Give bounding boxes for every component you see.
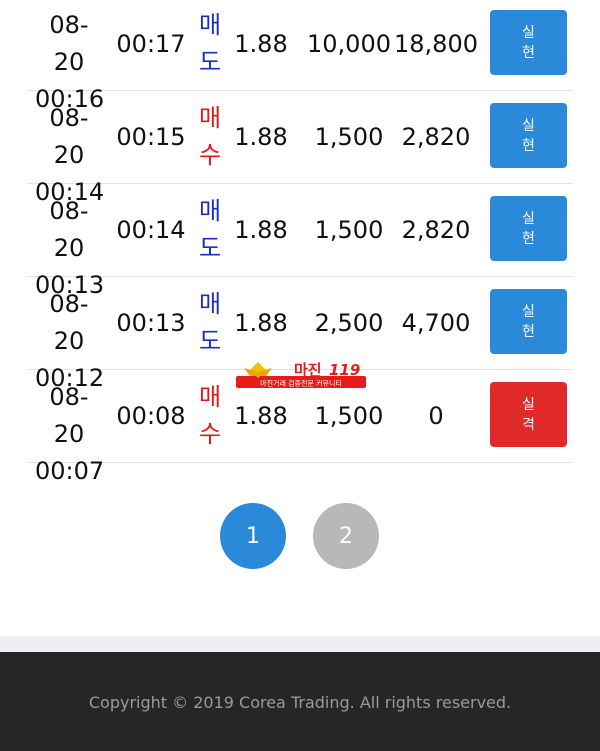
trade-side-top: 매 bbox=[199, 104, 222, 132]
trade-list: 08-20 00:16 00:17 매 도 1.88 10,000 18,800… bbox=[27, 0, 573, 485]
trade-date: 08-20 bbox=[49, 197, 89, 262]
trade-row: 08-20 00:13 00:14 매 도 1.88 1,500 2,820 실… bbox=[27, 184, 573, 299]
trade-start-time: 00:14 bbox=[116, 216, 186, 244]
trade-side-top: 매 bbox=[199, 290, 222, 318]
trade-leverage: 1.88 bbox=[234, 216, 288, 244]
section-divider bbox=[0, 636, 600, 652]
trade-side: 매 수 bbox=[199, 379, 222, 453]
trade-date: 08-20 bbox=[49, 383, 89, 448]
trade-side: 매 도 bbox=[199, 193, 222, 267]
trade-side-bottom: 도 bbox=[199, 327, 222, 355]
trade-quantity: 1,500 bbox=[314, 123, 384, 151]
status-badge[interactable]: 실 격 bbox=[490, 382, 567, 447]
trade-quantity: 2,500 bbox=[314, 309, 384, 337]
status-badge-bottom: 현 bbox=[522, 44, 535, 61]
trade-side: 매 도 bbox=[199, 286, 222, 360]
trade-leverage: 1.88 bbox=[234, 309, 288, 337]
trade-side-top: 매 bbox=[199, 11, 222, 39]
status-badge-bottom: 현 bbox=[522, 137, 535, 154]
watermark-number: 119 bbox=[329, 361, 360, 379]
status-badge-bottom: 현 bbox=[522, 323, 535, 340]
status-badge[interactable]: 실 현 bbox=[490, 10, 567, 75]
pagination: 1 2 bbox=[0, 503, 600, 569]
trade-date: 08-20 bbox=[49, 11, 89, 76]
trade-result: 18,800 bbox=[394, 30, 478, 58]
page-1-button[interactable]: 1 bbox=[220, 503, 286, 569]
trade-result: 2,820 bbox=[401, 216, 471, 244]
watermark-logo: 마진 119 마진거래 검증전문 커뮤니티 bbox=[236, 361, 366, 388]
trade-row: 08-20 00:14 00:15 매 수 1.88 1,500 2,820 실… bbox=[27, 91, 573, 206]
status-badge[interactable]: 실 현 bbox=[490, 289, 567, 354]
trade-side-bottom: 도 bbox=[199, 48, 222, 76]
trade-date: 08-20 bbox=[49, 104, 89, 169]
trade-quantity: 1,500 bbox=[314, 402, 384, 430]
status-badge-top: 실 bbox=[522, 24, 535, 41]
trade-side-bottom: 도 bbox=[199, 234, 222, 262]
trade-row: 08-20 00:12 00:13 매 도 1.88 2,500 4,700 실… bbox=[27, 277, 573, 392]
trade-side-bottom: 수 bbox=[199, 420, 222, 448]
trade-side-bottom: 수 bbox=[199, 141, 222, 169]
status-badge[interactable]: 실 현 bbox=[490, 196, 567, 261]
trade-quantity: 1,500 bbox=[314, 216, 384, 244]
watermark-subtitle: 마진거래 검증전문 커뮤니티 bbox=[260, 379, 342, 388]
trade-leverage: 1.88 bbox=[234, 30, 288, 58]
status-badge-top: 실 bbox=[522, 396, 535, 413]
status-badge-bottom: 격 bbox=[522, 416, 535, 433]
trade-start-time: 00:08 bbox=[116, 402, 186, 430]
trade-result: 2,820 bbox=[401, 123, 471, 151]
trade-side: 매 도 bbox=[199, 7, 222, 81]
page-2-button[interactable]: 2 bbox=[313, 503, 379, 569]
trade-side-top: 매 bbox=[199, 383, 222, 411]
status-badge[interactable]: 실 현 bbox=[490, 103, 567, 168]
trade-leverage: 1.88 bbox=[234, 123, 288, 151]
trade-result: 4,700 bbox=[401, 309, 471, 337]
trade-side-top: 매 bbox=[199, 197, 222, 225]
trade-side: 매 수 bbox=[199, 100, 222, 174]
watermark-title: 마진 bbox=[294, 361, 322, 379]
trade-start-time: 00:15 bbox=[116, 123, 186, 151]
status-badge-top: 실 bbox=[522, 210, 535, 227]
trade-result: 0 bbox=[428, 402, 444, 430]
footer-copyright: Copyright © 2019 Corea Trading. All righ… bbox=[88, 693, 512, 712]
trade-start-time: 00:17 bbox=[116, 30, 186, 58]
trade-row: 08-20 00:16 00:17 매 도 1.88 10,000 18,800… bbox=[27, 0, 573, 113]
status-badge-top: 실 bbox=[522, 303, 535, 320]
trade-date: 08-20 bbox=[49, 290, 89, 355]
trade-leverage: 1.88 bbox=[234, 402, 288, 430]
trade-quantity: 10,000 bbox=[307, 30, 391, 58]
status-badge-bottom: 현 bbox=[522, 230, 535, 247]
trade-time: 00:07 bbox=[35, 457, 105, 485]
trade-start-time: 00:13 bbox=[116, 309, 186, 337]
status-badge-top: 실 bbox=[522, 117, 535, 134]
trade-datetime: 08-20 00:07 bbox=[35, 379, 105, 490]
